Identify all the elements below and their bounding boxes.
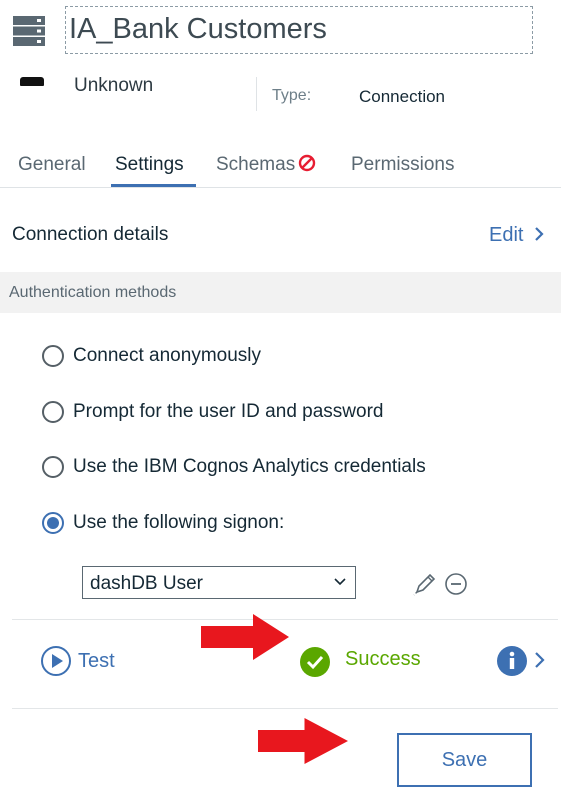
radio-cognos-credentials[interactable]: Use the IBM Cognos Analytics credentials — [42, 454, 426, 480]
tab-settings[interactable]: Settings — [115, 154, 184, 176]
tab-general[interactable]: General — [18, 154, 86, 176]
radio-button[interactable] — [42, 456, 64, 478]
remove-circle-icon[interactable] — [444, 572, 468, 596]
test-status-text: Success — [345, 648, 421, 670]
tab-permissions[interactable]: Permissions — [351, 154, 454, 176]
info-icon[interactable] — [496, 645, 528, 677]
meta-separator — [256, 77, 257, 111]
connection-title-input[interactable]: IA_Bank Customers — [65, 6, 533, 54]
type-value: Connection — [359, 87, 446, 106]
radio-button-checked[interactable] — [42, 512, 64, 534]
type-label: Type: — [272, 87, 312, 104]
signon-selected-value: dashDB User — [90, 573, 203, 594]
chevron-right-icon[interactable] — [534, 651, 546, 669]
test-label: Test — [78, 649, 115, 672]
annotation-arrow-icon — [258, 718, 348, 764]
tab-schemas-label: Schemas — [216, 154, 296, 175]
no-entry-icon — [299, 154, 316, 172]
authentication-methods-title: Authentication methods — [9, 284, 177, 301]
edit-label: Edit — [489, 224, 524, 246]
radio-connect-anonymously[interactable]: Connect anonymously — [42, 343, 261, 369]
annotation-arrow-icon — [201, 614, 289, 660]
save-button[interactable]: Save — [397, 733, 532, 787]
tab-bar: General Settings Schemas Permissions — [0, 140, 561, 188]
active-tab-indicator — [111, 184, 196, 187]
radio-label: Use the following signon: — [73, 512, 285, 533]
owner-avatar-icon — [20, 77, 44, 86]
signon-select[interactable]: dashDB User — [82, 566, 356, 599]
radio-label: Use the IBM Cognos Analytics credentials — [73, 456, 426, 477]
edit-connection-link[interactable]: Edit — [489, 224, 545, 247]
radio-button[interactable] — [42, 345, 64, 367]
radio-label: Prompt for the user ID and password — [73, 401, 384, 422]
owner-name: Unknown — [74, 75, 154, 96]
authentication-methods-header: Authentication methods — [0, 272, 561, 313]
radio-prompt-credentials[interactable]: Prompt for the user ID and password — [42, 399, 383, 425]
test-connection-button[interactable]: Test — [40, 645, 115, 677]
checkmark-circle-icon — [300, 647, 330, 677]
divider — [12, 708, 558, 709]
radio-button[interactable] — [42, 401, 64, 423]
chevron-down-icon — [334, 578, 346, 586]
connection-details-title: Connection details — [12, 224, 169, 245]
chevron-right-icon — [535, 227, 545, 241]
pencil-icon[interactable] — [412, 571, 438, 597]
radio-following-signon[interactable]: Use the following signon: — [42, 510, 284, 536]
tab-schemas[interactable]: Schemas — [216, 154, 316, 176]
database-icon — [13, 16, 45, 46]
play-circle-icon — [41, 646, 71, 676]
radio-label: Connect anonymously — [73, 345, 261, 366]
